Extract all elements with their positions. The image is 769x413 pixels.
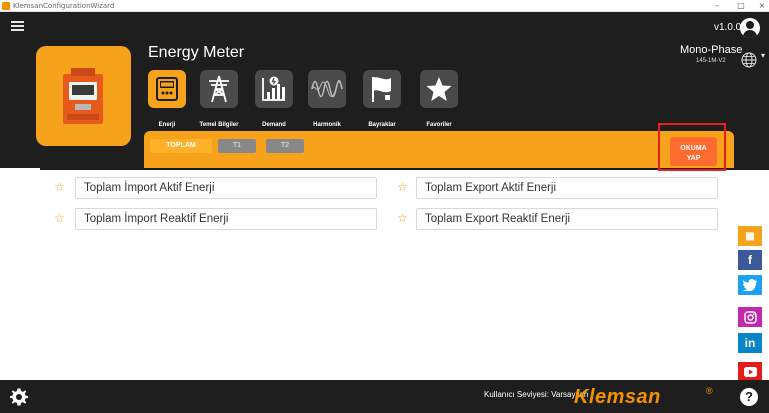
window-titlebar: KlemsanConfigurationWizard – □ × (0, 0, 769, 12)
brand-logo: Klemsan (574, 386, 661, 408)
facebook-icon[interactable]: f (738, 250, 762, 270)
help-icon[interactable]: ? (740, 388, 758, 406)
category-label: Favoriler (426, 122, 452, 128)
menu-icon[interactable] (11, 21, 24, 32)
category-enerji[interactable] (148, 70, 186, 118)
chevron-down-icon[interactable]: ▾ (761, 51, 765, 60)
tower-icon (209, 75, 229, 103)
category-label: Demand (262, 122, 286, 128)
favorite-star-icon[interactable]: ☆ (54, 180, 65, 194)
tab-t1[interactable]: T1 (218, 139, 256, 153)
flag-icon (372, 77, 391, 102)
app-icon (2, 2, 10, 10)
category-harmonik[interactable] (308, 70, 346, 118)
category-bayraklar[interactable] (363, 70, 401, 118)
gear-icon[interactable] (10, 388, 28, 406)
user-level-label: Kullanıcı Seviyesi: Varsayılan (484, 390, 589, 399)
twitter-icon[interactable] (738, 275, 762, 295)
demand-chart-icon (262, 76, 285, 101)
device-title: Energy Meter (148, 44, 245, 61)
category-label: Bayraklar (368, 122, 396, 128)
close-button[interactable]: × (755, 0, 769, 12)
category-label: Temel Bilgiler (199, 122, 239, 128)
site-icon[interactable]: ▦ (738, 226, 762, 246)
globe-icon[interactable] (741, 52, 757, 68)
field-import-active: Toplam İmport Aktif Enerji (75, 177, 377, 199)
category-favoriler[interactable] (420, 70, 458, 118)
user-icon[interactable] (740, 18, 760, 38)
minimize-button[interactable]: – (710, 0, 724, 12)
category-temel-bilgiler[interactable] (200, 70, 238, 118)
category-label: Enerji (158, 122, 176, 128)
content-left-margin (0, 168, 40, 382)
tab-toplam[interactable]: TOPLAM (150, 139, 212, 153)
favorite-star-icon[interactable]: ☆ (397, 180, 408, 194)
favorite-star-icon[interactable]: ☆ (397, 211, 408, 225)
field-export-reactive: Toplam Export Reaktif Enerji (416, 208, 718, 230)
brand-registered-mark: ® (706, 386, 713, 396)
instagram-icon[interactable] (738, 307, 762, 327)
window-title: KlemsanConfigurationWizard (13, 2, 115, 10)
model-code: 145-1M-V2 (696, 58, 726, 64)
maximize-button[interactable]: □ (734, 0, 748, 12)
meter-icon (156, 77, 178, 101)
device-card (36, 46, 131, 146)
favorite-star-icon[interactable]: ☆ (54, 211, 65, 225)
phase-title: Mono-Phase (680, 44, 743, 56)
wave-icon (311, 79, 343, 98)
youtube-icon[interactable] (738, 362, 762, 382)
field-import-reactive: Toplam İmport Reaktif Enerji (75, 208, 377, 230)
field-export-active: Toplam Export Aktif Enerji (416, 177, 718, 199)
version-label: v1.0.0 (714, 22, 742, 33)
tab-t2[interactable]: T2 (266, 139, 304, 153)
category-label: Harmonik (313, 122, 341, 128)
din-meter-icon (63, 68, 103, 124)
linkedin-icon[interactable]: in (738, 333, 762, 353)
star-icon (426, 77, 452, 101)
highlight-box (658, 123, 726, 171)
category-demand[interactable] (255, 70, 293, 118)
